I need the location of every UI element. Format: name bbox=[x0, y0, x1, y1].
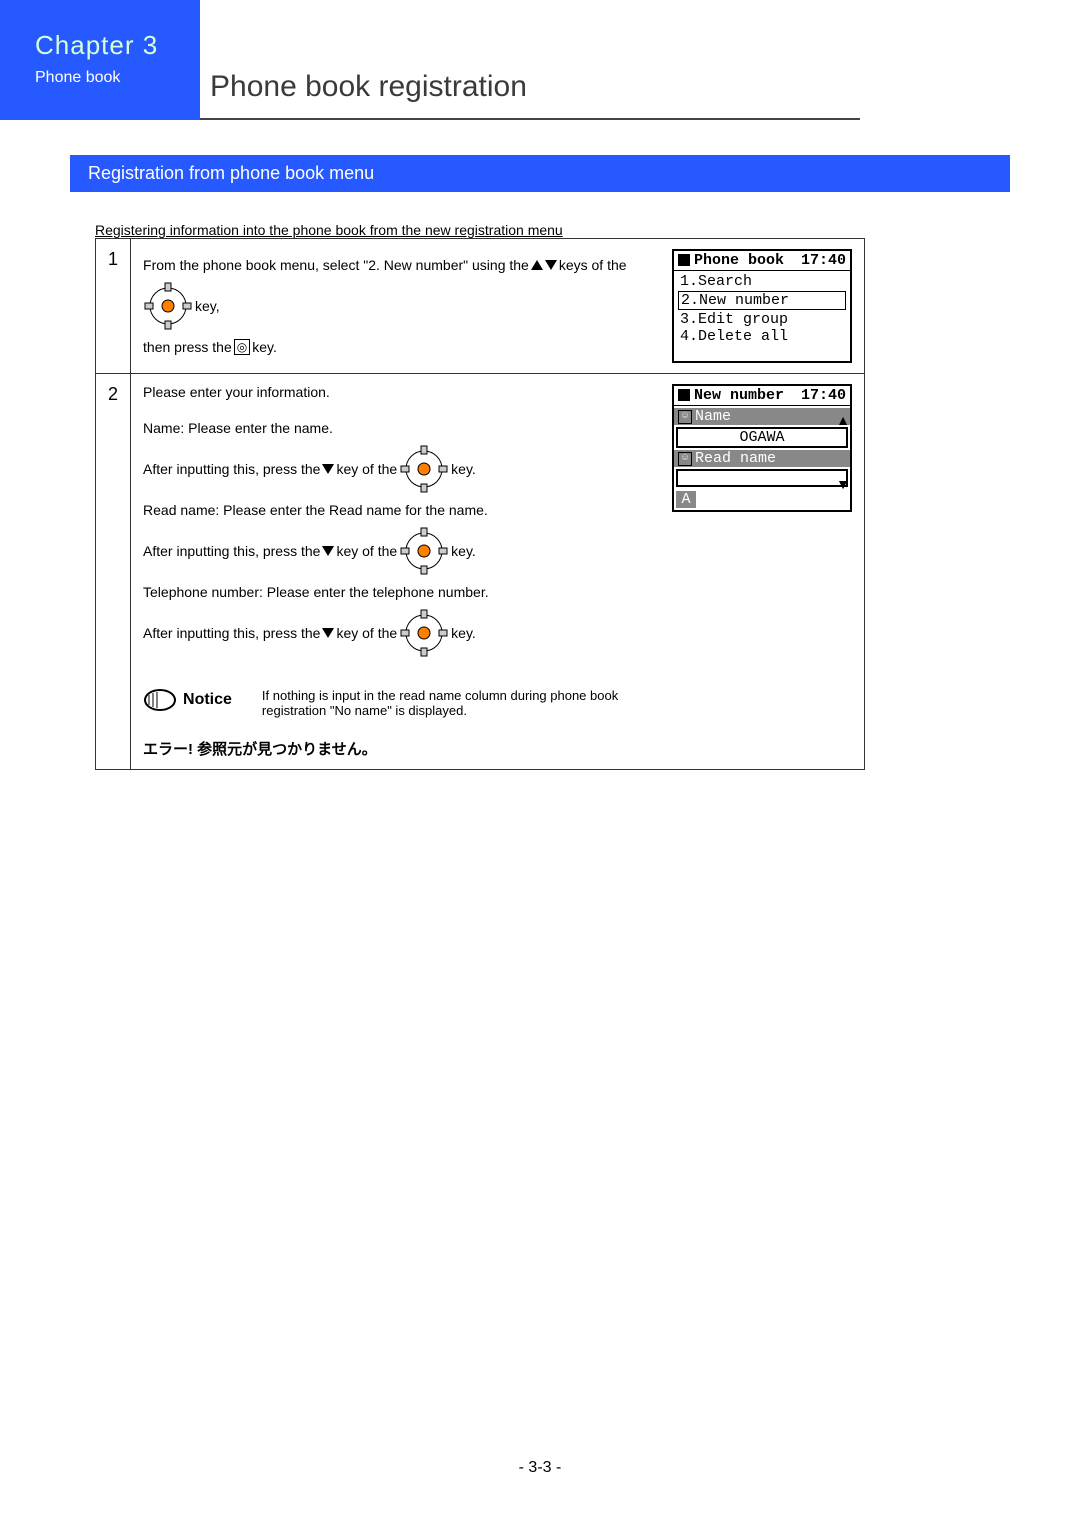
joystick-icon bbox=[399, 444, 449, 494]
notice-block: Notice If nothing is input in the read n… bbox=[143, 688, 662, 718]
screen2-title: New number bbox=[694, 387, 784, 404]
step-number: 2 bbox=[96, 374, 131, 770]
screen1-title: Phone book bbox=[694, 252, 784, 269]
after-text-a: After inputting this, press the bbox=[143, 625, 320, 641]
person-icon: ☺ bbox=[678, 410, 692, 424]
down-arrow-icon bbox=[322, 464, 334, 474]
name-label: Name: Please enter the name. bbox=[143, 420, 662, 436]
step-number: 1 bbox=[96, 239, 131, 374]
joystick-icon bbox=[399, 608, 449, 658]
steps-table: 1 From the phone book menu, select "2. N… bbox=[95, 238, 865, 770]
menu-item-selected: 2.New number bbox=[678, 291, 846, 310]
input-mode-indicator: A bbox=[676, 491, 696, 508]
menu-item: 3.Edit group bbox=[678, 311, 846, 328]
section-heading: Registration from phone book menu bbox=[70, 155, 1010, 192]
subchapter-label: Phone book bbox=[35, 69, 200, 87]
step-content: From the phone book menu, select "2. New… bbox=[131, 239, 865, 374]
after-text-c: key. bbox=[451, 625, 476, 641]
after-text-a: After inputting this, press the bbox=[143, 543, 320, 559]
screen-indicator-icon bbox=[678, 254, 690, 266]
joystick-icon bbox=[143, 281, 193, 331]
chapter-block: Chapter 3 Phone book bbox=[0, 0, 200, 120]
after-text-b: key of the bbox=[336, 543, 397, 559]
page-title: Phone book registration bbox=[210, 70, 527, 104]
down-arrow-icon bbox=[322, 546, 334, 556]
page-header: Chapter 3 Phone book Phone book registra… bbox=[0, 0, 1080, 120]
menu-item: 4.Delete all bbox=[678, 328, 846, 345]
after-text-a: After inputting this, press the bbox=[143, 461, 320, 477]
name-field-value: OGAWA bbox=[676, 427, 848, 448]
screen1-time: 17:40 bbox=[801, 252, 846, 269]
chapter-label: Chapter 3 bbox=[35, 30, 200, 61]
step-row-2: 2 Please enter your information. Name: P… bbox=[96, 374, 865, 770]
step1-text-a: From the phone book menu, select "2. New… bbox=[143, 257, 529, 273]
menu-item: 1.Search bbox=[678, 273, 846, 290]
tel-label: Telephone number: Please enter the telep… bbox=[143, 584, 662, 600]
page-footer: - 3-3 - bbox=[0, 1459, 1080, 1477]
step1-text-b: keys of the bbox=[559, 257, 627, 273]
name-field-label: ☺ Name bbox=[674, 408, 850, 425]
read-field-label: ☺ Read name bbox=[674, 450, 850, 467]
intro-text: Registering information into the phone b… bbox=[95, 222, 1080, 238]
after-text-c: key. bbox=[451, 543, 476, 559]
step1-text-d: then press the bbox=[143, 339, 232, 355]
center-key-icon: ◎ bbox=[234, 339, 250, 355]
screen2-time: 17:40 bbox=[801, 387, 846, 404]
read-field-value bbox=[676, 469, 848, 487]
after-text-c: key. bbox=[451, 461, 476, 477]
down-arrow-icon bbox=[322, 628, 334, 638]
step-content: Please enter your information. Name: Ple… bbox=[131, 374, 865, 770]
phone-screen-1: Phone book 17:40 1.Search 2.New number 3… bbox=[672, 249, 852, 363]
phone-screen-2: New number 17:40 ☺ Name OGAWA ☺ Read bbox=[672, 384, 852, 512]
person-icon: ☺ bbox=[678, 452, 692, 466]
up-arrow-icon bbox=[531, 260, 543, 270]
screen-indicator-icon bbox=[678, 389, 690, 401]
read-label: Read name: Please enter the Read name fo… bbox=[143, 502, 662, 518]
notice-title: Notice bbox=[183, 691, 232, 709]
step-row-1: 1 From the phone book menu, select "2. N… bbox=[96, 239, 865, 374]
error-text: エラー! 参照元が見つかりません。 bbox=[143, 738, 662, 759]
step1-text-c: key, bbox=[195, 298, 220, 314]
down-arrow-icon bbox=[545, 260, 557, 270]
joystick-icon bbox=[399, 526, 449, 576]
step1-text-e: key. bbox=[252, 339, 277, 355]
after-text-b: key of the bbox=[336, 625, 397, 641]
notice-body: If nothing is input in the read name col… bbox=[262, 688, 662, 718]
title-underline bbox=[200, 118, 860, 120]
notice-icon bbox=[143, 688, 177, 712]
scroll-arrows-icon: ▲▼ bbox=[836, 412, 850, 492]
after-text-b: key of the bbox=[336, 461, 397, 477]
step2-line1: Please enter your information. bbox=[143, 384, 662, 400]
